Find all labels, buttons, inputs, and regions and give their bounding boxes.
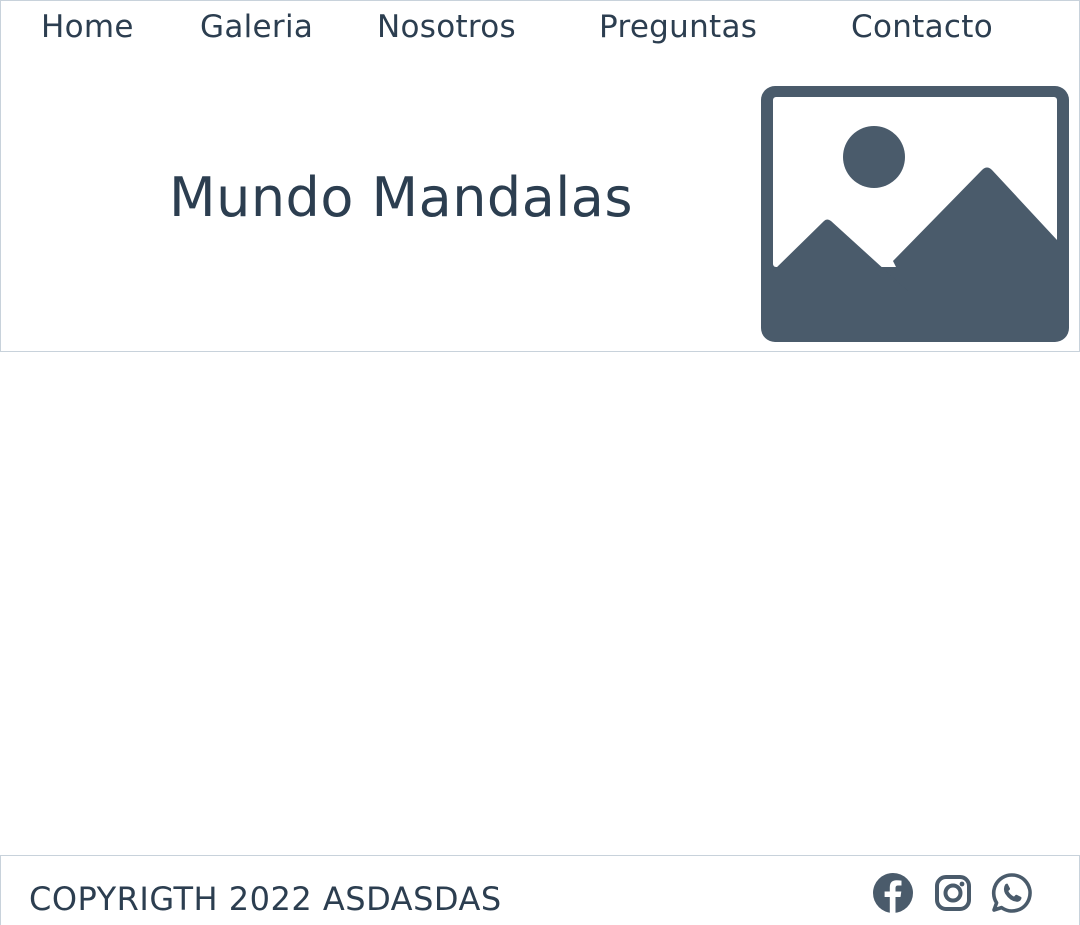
copyright-text: COPYRIGTH 2022 ASDASDAS: [29, 880, 502, 918]
top-navigation: Home Galeria Nosotros Preguntas Contacto: [0, 0, 1080, 77]
nav-item-contacto[interactable]: Contacto: [851, 9, 993, 45]
nav-item-preguntas[interactable]: Preguntas: [599, 9, 757, 45]
hero-banner: Mundo Mandalas: [0, 76, 1080, 352]
nav-item-nosotros[interactable]: Nosotros: [377, 9, 516, 45]
whatsapp-icon[interactable]: [991, 872, 1033, 914]
nav-item-home[interactable]: Home: [41, 9, 134, 45]
image-placeholder-icon: [761, 86, 1069, 342]
nav-item-galeria[interactable]: Galeria: [200, 9, 313, 45]
page-footer: COPYRIGTH 2022 ASDASDAS: [0, 855, 1080, 925]
instagram-icon[interactable]: [932, 872, 974, 914]
page-title: Mundo Mandalas: [169, 166, 634, 229]
facebook-icon[interactable]: [872, 872, 914, 914]
